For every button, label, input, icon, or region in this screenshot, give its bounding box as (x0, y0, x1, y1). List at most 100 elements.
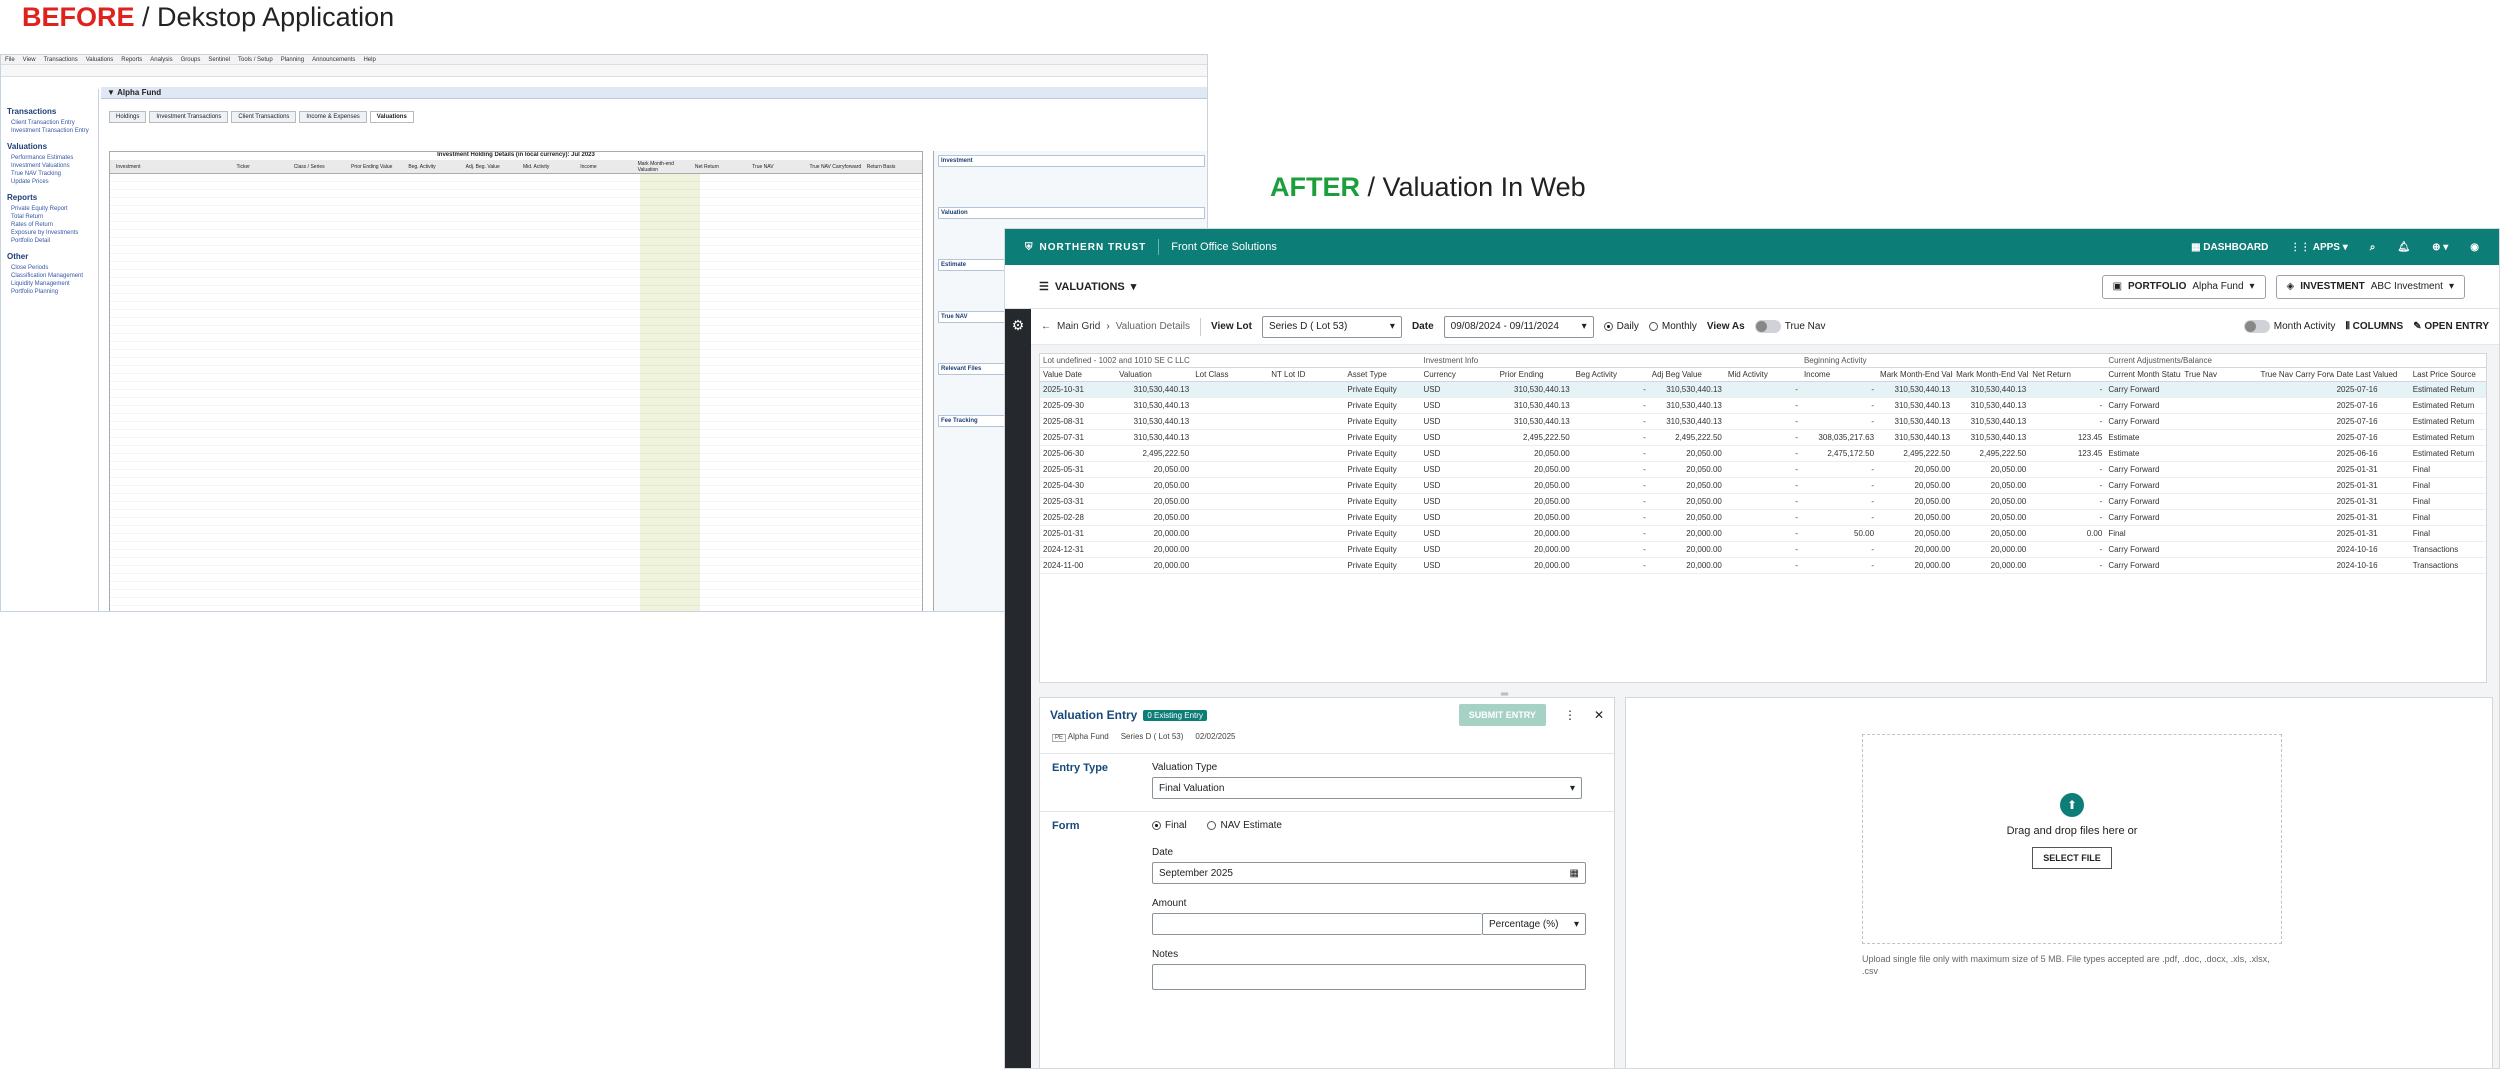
table-cell: Estimated Return (2409, 397, 2486, 414)
desktop-tab[interactable]: Holdings (109, 111, 147, 123)
column-header[interactable]: True Nav Carry Forward (2257, 367, 2334, 382)
columns-button[interactable]: ⦀ COLUMNS (2345, 321, 2403, 332)
desktop-sidebar-item[interactable]: True NAV Tracking (11, 171, 92, 177)
add-icon[interactable]: ⊕ ▾ (2432, 242, 2448, 253)
table-cell: 20,050.00 (1648, 477, 1725, 494)
desktop-sidebar-item[interactable]: Investment Transaction Entry (11, 128, 92, 134)
desktop-sidebar-item[interactable]: Portfolio Planning (11, 289, 92, 295)
table-row[interactable]: 2024-12-31 20,000.00 Private Equity USD 20,0… (1040, 541, 2486, 558)
monthly-radio[interactable]: Monthly (1648, 321, 1697, 332)
user-icon[interactable]: ◉ (2470, 242, 2479, 253)
gear-icon[interactable]: ⚙ (1005, 317, 1031, 334)
table-row[interactable]: 2025-02-28 20,050.00 Private Equity USD 20,0… (1040, 509, 2486, 526)
open-entry-button[interactable]: ✎ OPEN ENTRY (2413, 321, 2489, 332)
column-header[interactable]: Mid Activity (1724, 367, 1801, 382)
table-row[interactable]: 2025-10-31 310,530,440.13 Private Equity US… (1040, 381, 2486, 398)
final-radio[interactable]: Final (1152, 820, 1187, 831)
column-header[interactable]: Net Return (2029, 367, 2106, 382)
dashboard-link[interactable]: ▦ DASHBOARD (2191, 242, 2268, 253)
column-header[interactable]: Currency (1420, 367, 1497, 382)
desktop-menu-item[interactable]: Transactions (44, 57, 78, 63)
close-icon[interactable]: ✕ (1594, 708, 1604, 722)
table-row[interactable]: 2025-01-31 20,000.00 Private Equity USD 20,0… (1040, 525, 2486, 542)
notes-input[interactable] (1152, 964, 1586, 990)
true-nav-toggle[interactable]: True Nav (1754, 320, 1825, 333)
module-selector[interactable]: ☰ VALUATIONS ▾ (1039, 280, 1136, 294)
crumb-main-grid[interactable]: Main Grid (1057, 321, 1100, 332)
table-row[interactable]: 2025-03-31 20,050.00 Private Equity USD 20,0… (1040, 493, 2486, 510)
column-header[interactable]: Last Price Source (2409, 367, 2486, 382)
nav-estimate-radio[interactable]: NAV Estimate (1207, 820, 1282, 831)
desktop-tab[interactable]: Investment Transactions (149, 111, 229, 123)
month-activity-toggle[interactable]: Month Activity (2243, 320, 2335, 333)
search-icon[interactable]: ⌕ (2370, 242, 2376, 253)
calendar-icon[interactable]: ▦ (1570, 868, 1579, 879)
column-header[interactable]: Beg Activity (1572, 367, 1649, 382)
desktop-sidebar-item[interactable]: Exposure by Investments (11, 230, 92, 236)
column-header[interactable]: Adj Beg Value (1648, 367, 1725, 382)
desktop-sidebar-item[interactable]: Portfolio Detail (11, 238, 92, 244)
investment-selector[interactable]: ◈ INVESTMENT ABC Investment ▾ (2275, 274, 2465, 299)
column-header[interactable]: Mark Month-End Valuation (1877, 367, 1954, 382)
table-row[interactable]: 2025-08-31 310,530,440.13 Private Equity US… (1040, 413, 2486, 430)
column-header[interactable]: Value Date (1040, 367, 1117, 382)
bell-icon[interactable]: 🔔︎ (2397, 242, 2410, 253)
amount-input[interactable] (1152, 913, 1482, 935)
column-header[interactable]: Mark Month-End Valuation Base (1953, 367, 2030, 382)
table-row[interactable]: 2025-04-30 20,050.00 Private Equity USD 20,0… (1040, 477, 2486, 494)
submit-entry-button[interactable]: SUBMIT ENTRY (1458, 704, 1546, 726)
drop-zone[interactable]: ⬆ Drag and drop files here or SELECT FIL… (1862, 734, 2282, 944)
column-header[interactable]: NT Lot ID (1268, 367, 1345, 382)
column-header[interactable]: Valuation (1116, 367, 1193, 382)
select-file-button[interactable]: SELECT FILE (2032, 847, 2112, 869)
column-header[interactable]: Current Month Status (2105, 367, 2182, 382)
desktop-sidebar-item[interactable]: Rates of Return (11, 222, 92, 228)
desktop-sidebar-item[interactable]: Total Return (11, 214, 92, 220)
date-field[interactable]: September 2025 ▦ (1152, 862, 1586, 884)
back-arrow-icon[interactable]: ← (1041, 321, 1051, 332)
desktop-sidebar-item[interactable]: Investment Valuations (11, 163, 92, 169)
daily-radio[interactable]: Daily (1603, 321, 1639, 332)
column-header[interactable]: Income (1800, 367, 1878, 382)
desktop-tab[interactable]: Valuations (369, 111, 414, 123)
column-header[interactable]: Asset Type (1344, 367, 1421, 382)
view-lot-select[interactable]: Series D ( Lot 53) ▾ (1261, 315, 1402, 338)
desktop-menu-item[interactable]: Valuations (86, 57, 114, 63)
desktop-sidebar-item[interactable]: Close Periods (11, 265, 92, 271)
column-header[interactable]: Prior Ending (1496, 367, 1573, 382)
desktop-tab[interactable]: Client Transactions (231, 111, 297, 123)
desktop-menu-item[interactable]: Tools / Setup (238, 57, 273, 63)
column-header[interactable]: Lot Class (1192, 367, 1269, 382)
table-row[interactable]: 2025-06-30 2,495,222.50 Private Equity USD 2… (1040, 445, 2486, 462)
desktop-menu-item[interactable]: Groups (181, 57, 201, 63)
apps-menu[interactable]: ⋮⋮ APPS ▾ (2290, 242, 2347, 253)
table-cell: Estimated Return (2409, 429, 2486, 446)
table-row[interactable]: 2025-07-31 310,530,440.13 Private Equity US… (1040, 429, 2486, 446)
desktop-menu-item[interactable]: File (5, 57, 15, 63)
desktop-menu-item[interactable]: Analysis (150, 57, 172, 63)
brand-logo[interactable]: ⛨ NORTHERN TRUST (1025, 242, 1146, 253)
desktop-menu-item[interactable]: View (23, 57, 36, 63)
table-row[interactable]: 2025-05-31 20,050.00 Private Equity USD 20,0… (1040, 461, 2486, 478)
desktop-menu-item[interactable]: Planning (281, 57, 304, 63)
amount-unit-select[interactable]: Percentage (%) ▾ (1482, 913, 1586, 935)
column-header[interactable]: Date Last Valued (2333, 367, 2410, 382)
desktop-sidebar-item[interactable]: Private Equity Report (11, 206, 92, 212)
valuation-type-select[interactable]: Final Valuation ▾ (1152, 777, 1582, 799)
more-options-icon[interactable]: ⋮ (1564, 708, 1576, 722)
desktop-sidebar-item[interactable]: Client Transaction Entry (11, 120, 92, 126)
desktop-sidebar-item[interactable]: Liquidity Management (11, 281, 92, 287)
desktop-sidebar-item[interactable]: Classification Management (11, 273, 92, 279)
desktop-menu-item[interactable]: Help (363, 57, 375, 63)
desktop-menu-item[interactable]: Announcements (312, 57, 355, 63)
table-row[interactable]: 2024-11-00 20,000.00 Private Equity USD 20,0… (1040, 557, 2486, 574)
desktop-menu-item[interactable]: Sentinel (208, 57, 230, 63)
desktop-sidebar-item[interactable]: Performance Estimates (11, 155, 92, 161)
date-range-select[interactable]: 09/08/2024 - 09/11/2024 ▾ (1443, 315, 1594, 338)
desktop-tab[interactable]: Income & Expenses (299, 111, 367, 123)
desktop-menu-item[interactable]: Reports (121, 57, 142, 63)
table-row[interactable]: 2025-09-30 310,530,440.13 Private Equity US… (1040, 397, 2486, 414)
desktop-sidebar-item[interactable]: Update Prices (11, 179, 92, 185)
portfolio-selector[interactable]: ▣ PORTFOLIO Alpha Fund ▾ (2101, 274, 2266, 299)
column-header[interactable]: True Nav (2181, 367, 2258, 382)
